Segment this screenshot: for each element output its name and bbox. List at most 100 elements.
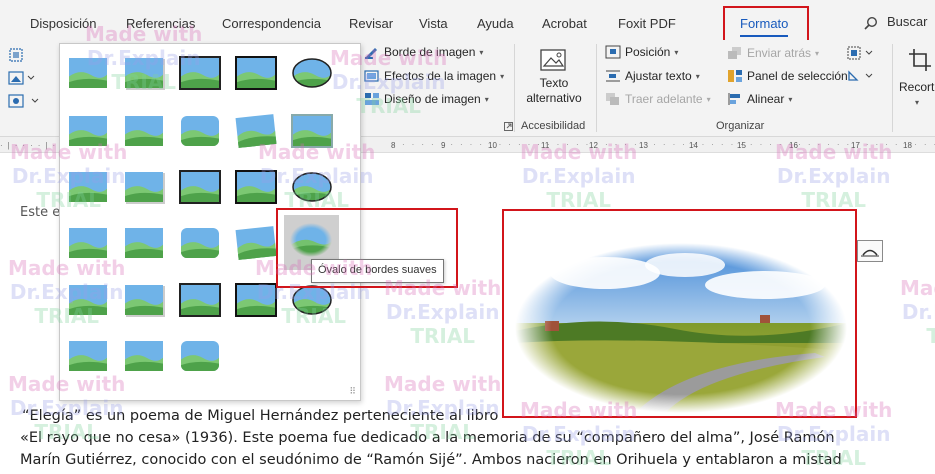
document-partial-line: Este e xyxy=(20,205,61,220)
ruler-tick: 8 xyxy=(391,141,396,150)
bring-forward-icon xyxy=(606,93,619,105)
chevron-down-icon: ▾ xyxy=(500,71,505,81)
picture-style-option[interactable] xyxy=(123,114,165,148)
position-button[interactable]: Posición ▾ xyxy=(605,45,678,59)
picture-style-option[interactable] xyxy=(67,114,109,148)
effects-icon xyxy=(364,70,379,82)
bring-forward-button[interactable]: Traer adelante ▾ xyxy=(605,92,711,106)
search-icon xyxy=(864,16,878,30)
picture-style-option[interactable] xyxy=(179,170,221,204)
crop-icon[interactable] xyxy=(908,48,932,72)
crop-label[interactable]: Recort xyxy=(899,80,934,94)
picture-style-option[interactable] xyxy=(67,226,109,260)
picture-style-option[interactable] xyxy=(291,114,333,148)
picture-style-option[interactable] xyxy=(235,114,277,148)
landscape-photo[interactable] xyxy=(515,243,848,413)
ribbon-separator xyxy=(892,44,893,132)
ribbon-separator xyxy=(596,44,597,132)
paragraph-line-2: «El rayo que no cesa» (1936). Este poema… xyxy=(20,430,835,446)
wrap-text-label: Ajustar texto xyxy=(625,69,692,83)
selection-pane-label: Panel de selección xyxy=(747,69,848,83)
chevron-down-icon: ▾ xyxy=(815,48,820,58)
chevron-down-icon: ▾ xyxy=(915,98,920,107)
picture-style-option[interactable] xyxy=(123,226,165,260)
tab-acrobat[interactable]: Acrobat xyxy=(542,16,587,31)
ribbon-separator xyxy=(514,44,515,132)
search-box[interactable]: Buscar xyxy=(864,14,927,30)
align-label: Alinear xyxy=(747,92,785,106)
picture-layout-button[interactable]: Diseño de imagen ▾ xyxy=(364,92,489,106)
picture-style-option[interactable] xyxy=(123,170,165,204)
tab-foxit-pdf[interactable]: Foxit PDF xyxy=(618,16,676,31)
search-label: Buscar xyxy=(887,14,928,29)
picture-style-option[interactable] xyxy=(67,56,109,90)
send-backward-button[interactable]: Enviar atrás ▾ xyxy=(727,46,819,60)
picture-style-option[interactable] xyxy=(67,339,109,373)
remove-background-icon[interactable] xyxy=(8,47,24,63)
tab-disposicion[interactable]: Disposición xyxy=(30,16,96,31)
group-objects-icon[interactable] xyxy=(847,46,875,60)
tab-correspondencia[interactable]: Correspondencia xyxy=(222,16,321,31)
wrap-text-button[interactable]: Ajustar texto ▾ xyxy=(605,69,700,83)
style-tooltip: Óvalo de bordes suaves xyxy=(311,259,444,283)
picture-style-option[interactable] xyxy=(179,56,221,90)
picture-style-option[interactable] xyxy=(235,56,277,90)
send-backward-icon xyxy=(728,47,741,59)
rotate-icon[interactable] xyxy=(847,69,875,83)
picture-style-option[interactable] xyxy=(235,226,277,260)
picture-style-option[interactable] xyxy=(235,170,277,204)
picture-border-button[interactable]: Borde de imagen ▾ xyxy=(364,45,483,59)
picture-style-option[interactable] xyxy=(123,339,165,373)
picture-style-option[interactable] xyxy=(67,283,109,317)
paragraph-line-3: Marín Gutiérrez, conocido con el seudóni… xyxy=(20,452,842,468)
tab-ayuda[interactable]: Ayuda xyxy=(477,16,514,31)
position-label: Posición xyxy=(625,45,671,59)
layout-icon xyxy=(365,93,379,105)
tab-vista[interactable]: Vista xyxy=(419,16,448,31)
picture-style-option[interactable] xyxy=(67,170,109,204)
paragraph-line-1: “Elegía” es un poema de Miguel Hernández… xyxy=(22,408,499,424)
chevron-down-icon: ▾ xyxy=(479,47,484,57)
arrange-group-label: Organizar xyxy=(716,120,765,132)
align-icon xyxy=(728,93,740,105)
chevron-down-icon: ▾ xyxy=(695,71,700,81)
align-button[interactable]: Alinear ▾ xyxy=(727,92,792,106)
picture-style-option[interactable] xyxy=(235,283,277,317)
picture-effects-button[interactable]: Efectos de la imagen ▾ xyxy=(364,69,504,83)
send-backward-label: Enviar atrás xyxy=(747,46,812,60)
picture-style-option[interactable] xyxy=(179,283,221,317)
corrections-icon[interactable] xyxy=(8,71,36,85)
alt-text-button[interactable]: Texto alternativo xyxy=(520,48,588,106)
color-icon[interactable] xyxy=(8,94,40,108)
tab-revisar[interactable]: Revisar xyxy=(349,16,393,31)
picture-style-option[interactable] xyxy=(179,226,221,260)
dialog-launcher-icon[interactable] xyxy=(504,122,513,131)
accessibility-group-label: Accesibilidad xyxy=(521,120,586,132)
formato-tab-highlight xyxy=(723,6,809,43)
chevron-down-icon: ▾ xyxy=(484,94,489,104)
picture-style-option[interactable] xyxy=(291,283,333,317)
bring-forward-label: Traer adelante xyxy=(625,92,703,106)
resize-grip-icon[interactable]: ⠿ xyxy=(349,386,356,397)
picture-style-option[interactable] xyxy=(179,114,221,148)
word-window: { "tabs": ["Disposición", "Referencias",… xyxy=(0,0,935,474)
tab-referencias[interactable]: Referencias xyxy=(126,16,195,31)
picture-border-label: Borde de imagen xyxy=(384,45,476,59)
picture-style-option[interactable] xyxy=(179,339,221,373)
layout-options-button[interactable] xyxy=(857,240,883,262)
picture-effects-label: Efectos de la imagen xyxy=(384,69,497,83)
ruler-dots: ········································… xyxy=(402,140,935,149)
picture-style-option[interactable] xyxy=(291,170,333,204)
picture-layout-label: Diseño de imagen xyxy=(384,92,481,106)
selection-pane-button[interactable]: Panel de selección xyxy=(727,69,848,83)
wrap-text-icon xyxy=(606,70,620,82)
picture-style-option[interactable] xyxy=(123,56,165,90)
pen-icon xyxy=(365,48,377,59)
selection-pane-icon xyxy=(728,70,742,82)
layout-options-icon xyxy=(861,249,879,257)
alt-text-label: Texto alternativo xyxy=(526,76,582,105)
picture-style-option[interactable] xyxy=(123,283,165,317)
chevron-down-icon: ▾ xyxy=(674,47,679,57)
chevron-down-icon: ▾ xyxy=(706,94,711,104)
picture-style-option[interactable] xyxy=(291,56,333,90)
